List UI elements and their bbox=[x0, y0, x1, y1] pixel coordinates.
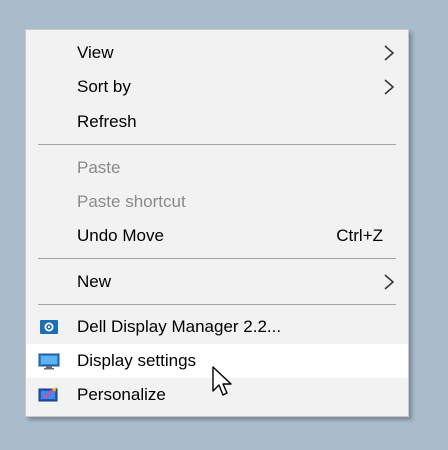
menu-item-label: Paste shortcut bbox=[77, 192, 186, 211]
menu-item-label: Display settings bbox=[77, 351, 197, 370]
personalize-icon bbox=[38, 387, 58, 402]
menu-item-dell-display-manager[interactable]: Dell Display Manager 2.2... bbox=[26, 310, 408, 344]
chevron-right-icon bbox=[384, 274, 395, 290]
mouse-pointer-icon bbox=[212, 366, 232, 396]
menu-item-label: Undo Move bbox=[77, 226, 164, 245]
menu-item-paste: Paste bbox=[26, 151, 408, 185]
menu-item-view[interactable]: View bbox=[26, 36, 408, 70]
chevron-right-icon bbox=[384, 79, 395, 95]
desktop-context-menu: View Sort by Refresh Paste Paste shortcu… bbox=[25, 29, 409, 417]
menu-item-label: Personalize bbox=[77, 385, 166, 404]
menu-item-undo-move[interactable]: Undo Move Ctrl+Z bbox=[26, 219, 408, 253]
menu-item-label: Dell Display Manager 2.2... bbox=[77, 317, 282, 336]
menu-item-refresh[interactable]: Refresh bbox=[26, 105, 408, 139]
menu-separator bbox=[38, 258, 396, 259]
chevron-right-icon bbox=[384, 45, 395, 61]
menu-separator bbox=[38, 144, 396, 145]
dell-display-manager-icon bbox=[40, 320, 58, 334]
menu-item-label: View bbox=[77, 43, 114, 62]
menu-item-label: Sort by bbox=[77, 77, 131, 96]
menu-separator bbox=[38, 304, 396, 305]
menu-item-sort-by[interactable]: Sort by bbox=[26, 70, 408, 104]
menu-item-paste-shortcut: Paste shortcut bbox=[26, 185, 408, 219]
display-settings-icon bbox=[38, 353, 60, 370]
menu-item-label: Refresh bbox=[77, 112, 137, 131]
menu-item-label: Paste bbox=[77, 158, 121, 177]
menu-item-shortcut: Ctrl+Z bbox=[336, 226, 383, 245]
menu-item-new[interactable]: New bbox=[26, 265, 408, 299]
menu-item-label: New bbox=[77, 272, 112, 291]
